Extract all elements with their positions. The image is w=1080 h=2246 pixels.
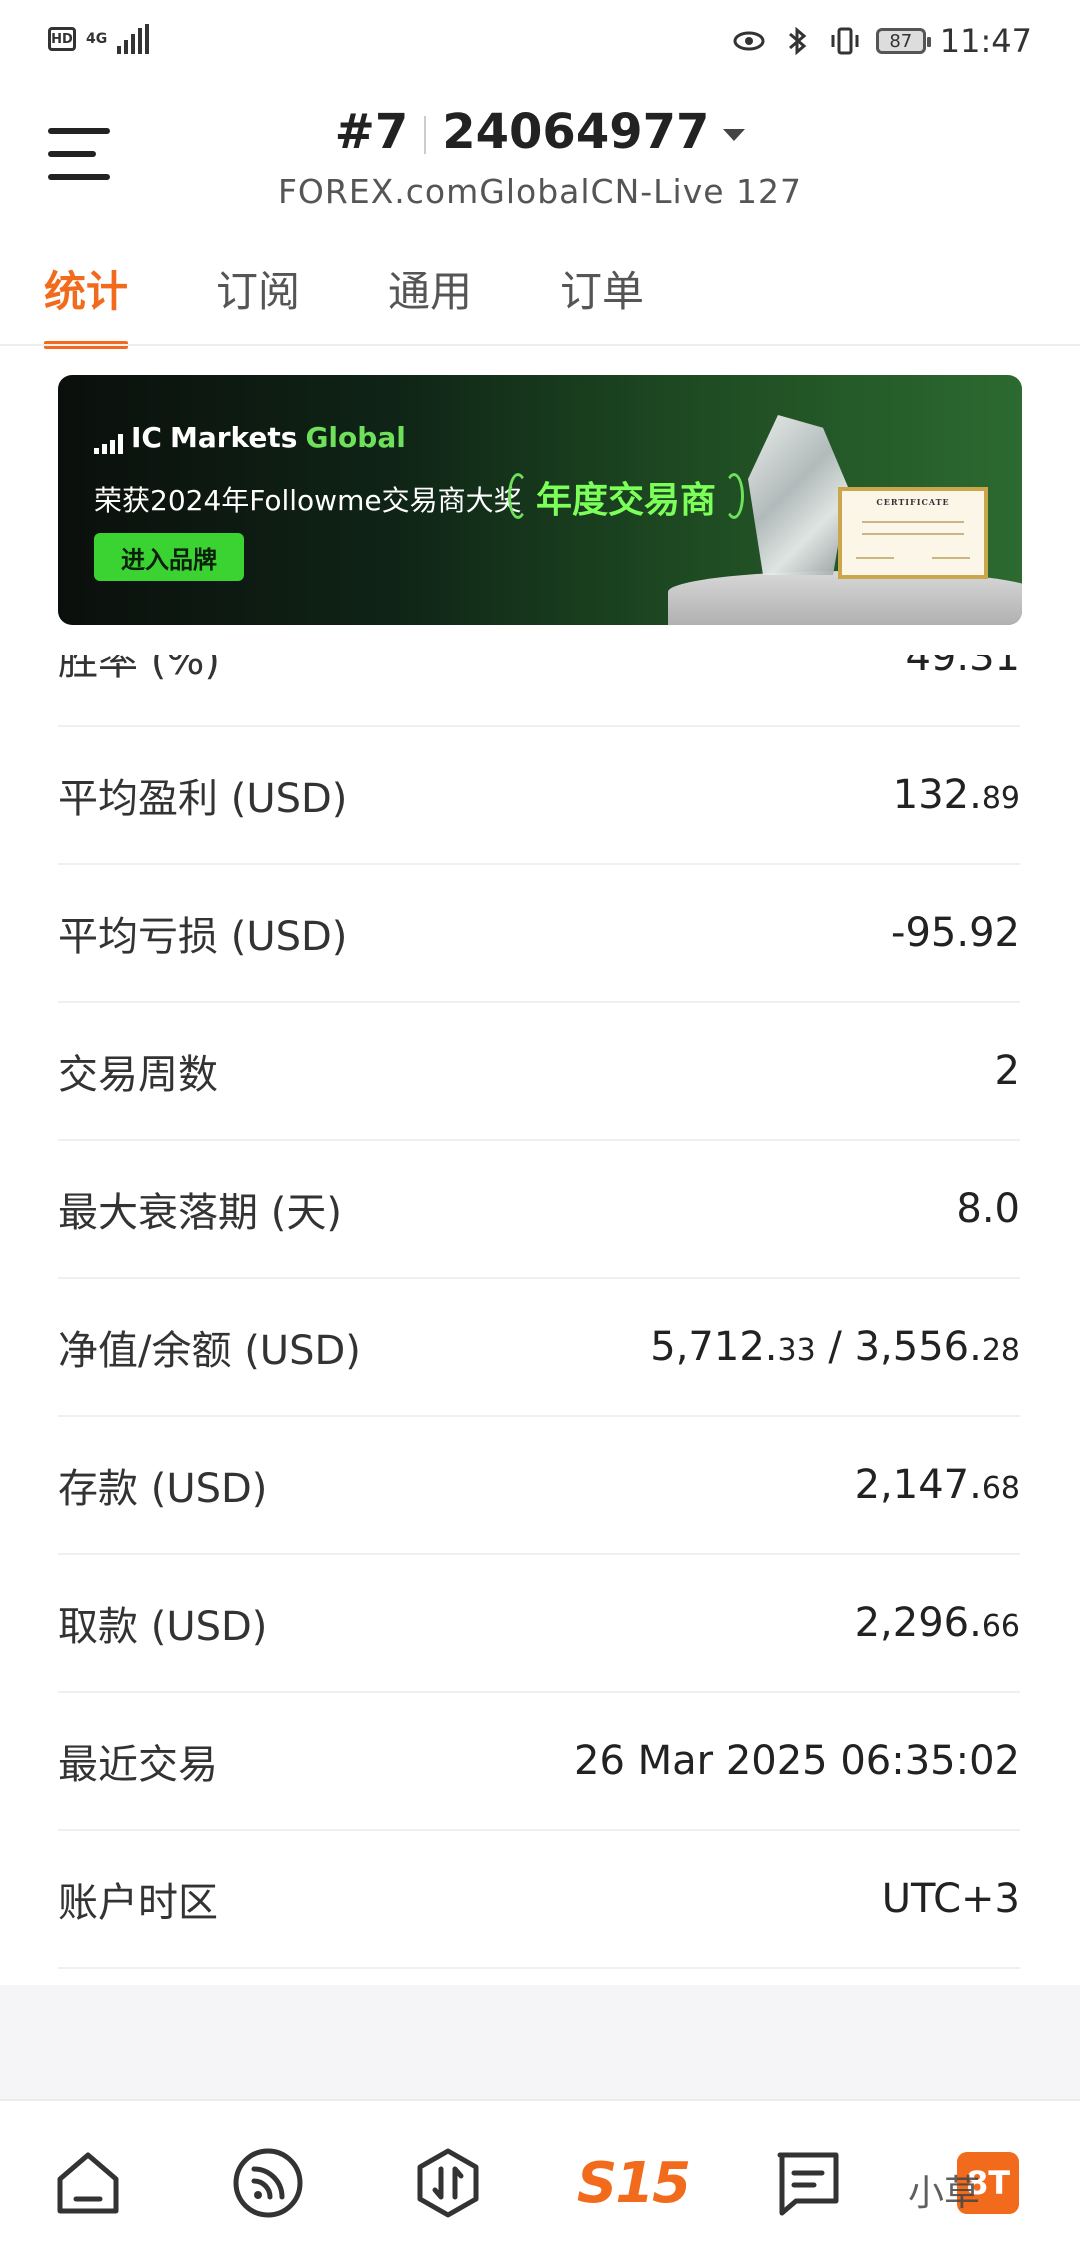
brand-global: Global xyxy=(305,421,406,454)
stat-value-main: 2 xyxy=(994,1048,1020,1094)
brand-logo: IC Markets Global xyxy=(94,421,406,454)
status-bar: HD 4G 87 11:47 xyxy=(0,0,1080,84)
stat-row-equity-balance: 净值/余额 (USD) 5,712.33 / 3,556.28 xyxy=(58,1279,1020,1417)
stat-value: 49.31 xyxy=(905,655,1020,680)
stat-row-deposits: 存款 (USD) 2,147.68 xyxy=(58,1417,1020,1555)
network-type: 4G xyxy=(86,31,108,47)
stat-label: 存款 (USD) xyxy=(58,1466,268,1512)
stat-row-last-trade: 最近交易 26 Mar 2025 06:35:02 xyxy=(58,1693,1020,1831)
stat-label: 取款 (USD) xyxy=(58,1604,268,1650)
stat-value: 8.0 xyxy=(956,1186,1020,1232)
stat-value-main: 5,712. xyxy=(650,1324,778,1370)
brand-ic: IC xyxy=(131,421,162,454)
stat-label: 最大衰落期 (天) xyxy=(58,1190,342,1236)
signal-icon xyxy=(117,24,150,54)
tab-divider xyxy=(0,344,1080,346)
stat-value-main: 49.31 xyxy=(905,655,1020,680)
battery-indicator: 87 xyxy=(875,28,931,54)
banner-award: 年度交易商 xyxy=(508,471,745,523)
stat-row-withdrawals: 取款 (USD) 2,296.66 xyxy=(58,1555,1020,1693)
tab-bar: 统计 订阅 通用 订单 xyxy=(44,258,644,349)
stat-label: 胜率 (%) xyxy=(58,655,220,684)
stat-value-main: UTC+3 xyxy=(881,1876,1020,1922)
stats-list[interactable]: 胜率 (%) 49.31 平均盈利 (USD) 132.89 平均亏损 (USD… xyxy=(0,655,1080,1985)
stat-row-max-drawdown-days: 最大衰落期 (天) 8.0 xyxy=(58,1141,1020,1279)
stat-value-decimals: 68 xyxy=(981,1471,1020,1506)
clock: 11:47 xyxy=(939,22,1032,60)
account-id: 24064977 xyxy=(442,104,710,160)
certificate-line xyxy=(862,533,964,535)
brand-bars-icon xyxy=(94,434,123,454)
certificate-graphic: CERTIFICATE xyxy=(838,487,988,579)
stat-value-main: -95.92 xyxy=(891,910,1020,956)
status-left: HD 4G xyxy=(48,24,150,54)
rss-icon xyxy=(233,2148,303,2218)
stat-row-win-rate: 胜率 (%) 49.31 xyxy=(58,655,1020,727)
title-divider xyxy=(424,116,427,154)
stat-value: 26 Mar 2025 06:35:02 xyxy=(574,1738,1020,1784)
stat-label: 平均盈利 (USD) xyxy=(58,776,348,822)
stat-label: 账户时区 xyxy=(58,1880,218,1926)
promo-banner[interactable]: IC Markets Global 荣获2024年Followme交易商大奖 年度交… xyxy=(58,375,1022,625)
certificate-line xyxy=(856,557,894,559)
nav-feed[interactable] xyxy=(228,2143,308,2223)
eye-icon xyxy=(733,31,765,51)
stat-value-main-2: / 3,556. xyxy=(815,1324,982,1370)
content-footer-space xyxy=(0,1985,1080,2099)
stat-value-main: 2,296. xyxy=(854,1600,982,1646)
dropdown-caret-icon xyxy=(723,129,746,141)
stat-row-avg-profit: 平均盈利 (USD) 132.89 xyxy=(58,727,1020,865)
s15-logo: S15 xyxy=(576,2150,691,2216)
home-icon xyxy=(57,2152,119,2214)
trade-icon xyxy=(417,2148,479,2218)
stat-label: 平均亏损 (USD) xyxy=(58,914,348,960)
vibrate-icon xyxy=(831,27,859,55)
brand-markets: Markets xyxy=(169,421,298,454)
stat-value: UTC+3 xyxy=(882,1876,1020,1922)
account-selector[interactable]: #7 24064977 xyxy=(0,104,1080,160)
banner-subtitle: 荣获2024年Followme交易商大奖 xyxy=(94,484,522,517)
tab-orders[interactable]: 订单 xyxy=(560,258,644,349)
certificate-line xyxy=(862,521,964,523)
status-right: 87 11:47 xyxy=(732,22,1032,60)
stat-value: 2,296.66 xyxy=(855,1600,1020,1646)
stat-label: 最近交易 xyxy=(58,1742,218,1788)
nav-s15[interactable]: S15 xyxy=(576,2143,691,2223)
stat-label: 交易周数 xyxy=(58,1052,218,1098)
certificate-line xyxy=(932,557,970,559)
message-icon xyxy=(777,2152,839,2216)
enter-brand-button[interactable]: 进入品牌 xyxy=(94,533,244,581)
stat-value-main: 8.0 xyxy=(956,1186,1020,1232)
stat-value-main: 2,147. xyxy=(854,1462,982,1508)
stat-value: 2 xyxy=(995,1048,1020,1094)
nav-messages[interactable] xyxy=(768,2143,848,2223)
stat-value: -95.92 xyxy=(891,910,1020,956)
watermark: 小草 xyxy=(908,2173,981,2214)
stat-value: 132.89 xyxy=(893,772,1020,818)
stat-value-main: 132. xyxy=(892,772,982,818)
bluetooth-icon xyxy=(788,26,807,56)
banner-table-graphic xyxy=(668,571,1022,625)
stat-label: 净值/余额 (USD) xyxy=(58,1328,361,1374)
server-name: FOREX.comGlobalCN-Live 127 xyxy=(277,172,803,211)
certificate-title: CERTIFICATE xyxy=(876,497,950,507)
stat-value: 5,712.33 / 3,556.28 xyxy=(650,1324,1020,1370)
tab-subscriptions[interactable]: 订阅 xyxy=(216,258,300,349)
stat-row-timezone: 账户时区 UTC+3 xyxy=(58,1831,1020,1969)
stat-value-decimals-2: 28 xyxy=(981,1333,1020,1368)
account-number: #7 xyxy=(334,104,409,160)
stat-row-trading-weeks: 交易周数 2 xyxy=(58,1003,1020,1141)
stat-value-decimals: 66 xyxy=(981,1609,1020,1644)
tab-general[interactable]: 通用 xyxy=(388,258,472,349)
trophy-icon xyxy=(748,415,848,575)
nav-trade[interactable] xyxy=(408,2143,488,2223)
stat-value-decimals: 33 xyxy=(777,1333,816,1368)
stat-value-decimals: 89 xyxy=(981,781,1020,816)
stat-value-main: 26 Mar 2025 06:35:02 xyxy=(574,1738,1020,1784)
tab-stats[interactable]: 统计 xyxy=(44,258,129,349)
stat-row-avg-loss: 平均亏损 (USD) -95.92 xyxy=(58,865,1020,1003)
nav-home[interactable] xyxy=(48,2143,128,2223)
hd-indicator: HD xyxy=(48,27,76,51)
stat-value: 2,147.68 xyxy=(855,1462,1020,1508)
